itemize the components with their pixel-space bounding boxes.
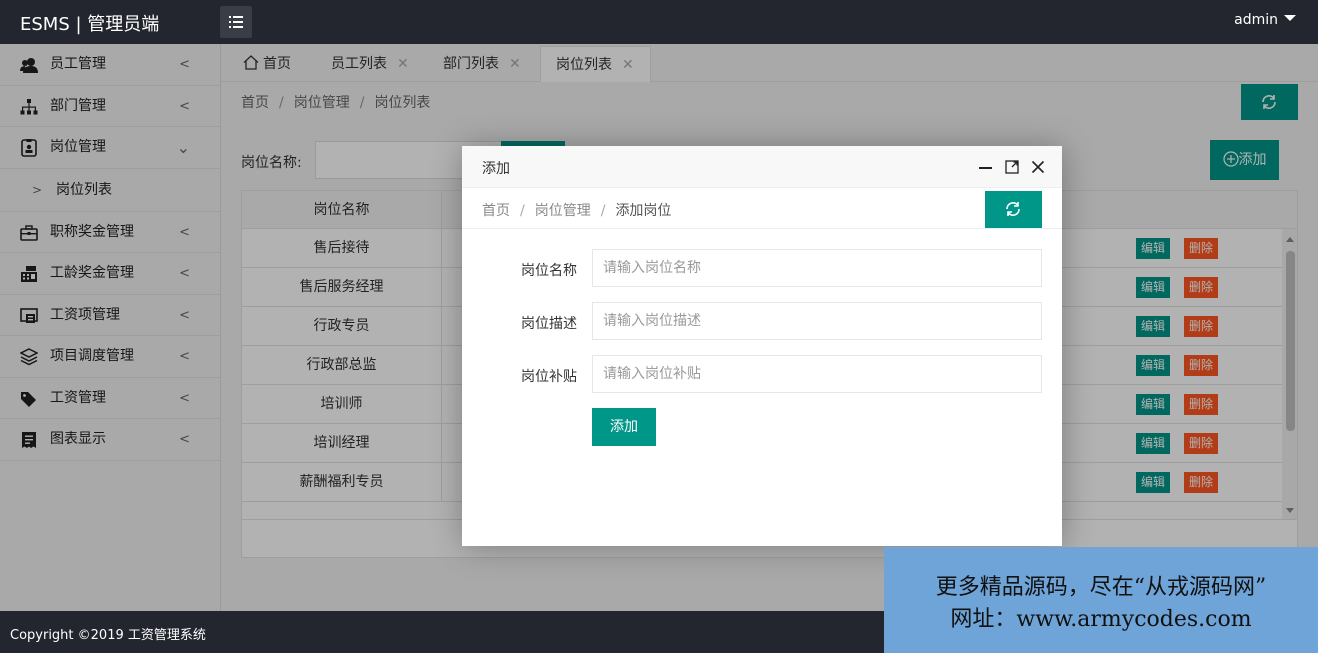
copyright-text: Copyright ©2019 工资管理系统 [10,628,206,643]
position-name-label: 岗位名称 [521,263,577,279]
menu-toggle-button[interactable] [220,6,252,38]
close-icon[interactable] [1031,160,1045,174]
position-desc-label: 岗位描述 [521,316,577,332]
breadcrumb-item[interactable]: 首页 [482,203,510,219]
top-header: ESMS | 管理员端 admin [0,0,1318,44]
position-allowance-input[interactable] [592,355,1042,393]
dialog-title: 添加 [482,161,510,177]
position-desc-input[interactable] [592,302,1042,340]
refresh-icon [1006,202,1020,216]
app-brand: ESMS | 管理员端 [20,14,160,35]
position-name-input[interactable] [592,249,1042,287]
dialog-refresh-button[interactable] [985,191,1042,228]
menu-icon [229,16,243,28]
submit-add-button[interactable]: 添加 [592,408,656,446]
caret-down-icon [1284,15,1296,21]
maximize-icon[interactable] [1005,160,1019,174]
watermark-line: 网址：www.armycodes.com [950,607,1252,632]
user-name: admin [1234,12,1278,28]
watermark-banner: 更多精品源码，尽在“从戎源码网” 网址：www.armycodes.com [884,547,1318,653]
add-position-dialog: 添加 首页/岗位管理/添加岗位 岗位名称 岗位描述 岗位补贴 添加 [462,146,1062,546]
user-menu[interactable]: admin [1234,12,1296,28]
breadcrumb-item: 添加岗位 [615,203,672,219]
position-allowance-label: 岗位补贴 [521,369,577,385]
watermark-line: 更多精品源码，尽在“从戎源码网” [935,575,1267,600]
minimize-icon[interactable] [979,167,992,169]
dialog-header: 添加 [462,146,1062,188]
breadcrumb-item[interactable]: 岗位管理 [535,203,591,219]
dialog-breadcrumb: 首页 / 岗位管理 / 添加岗位 [482,203,672,219]
divider [462,228,1062,229]
